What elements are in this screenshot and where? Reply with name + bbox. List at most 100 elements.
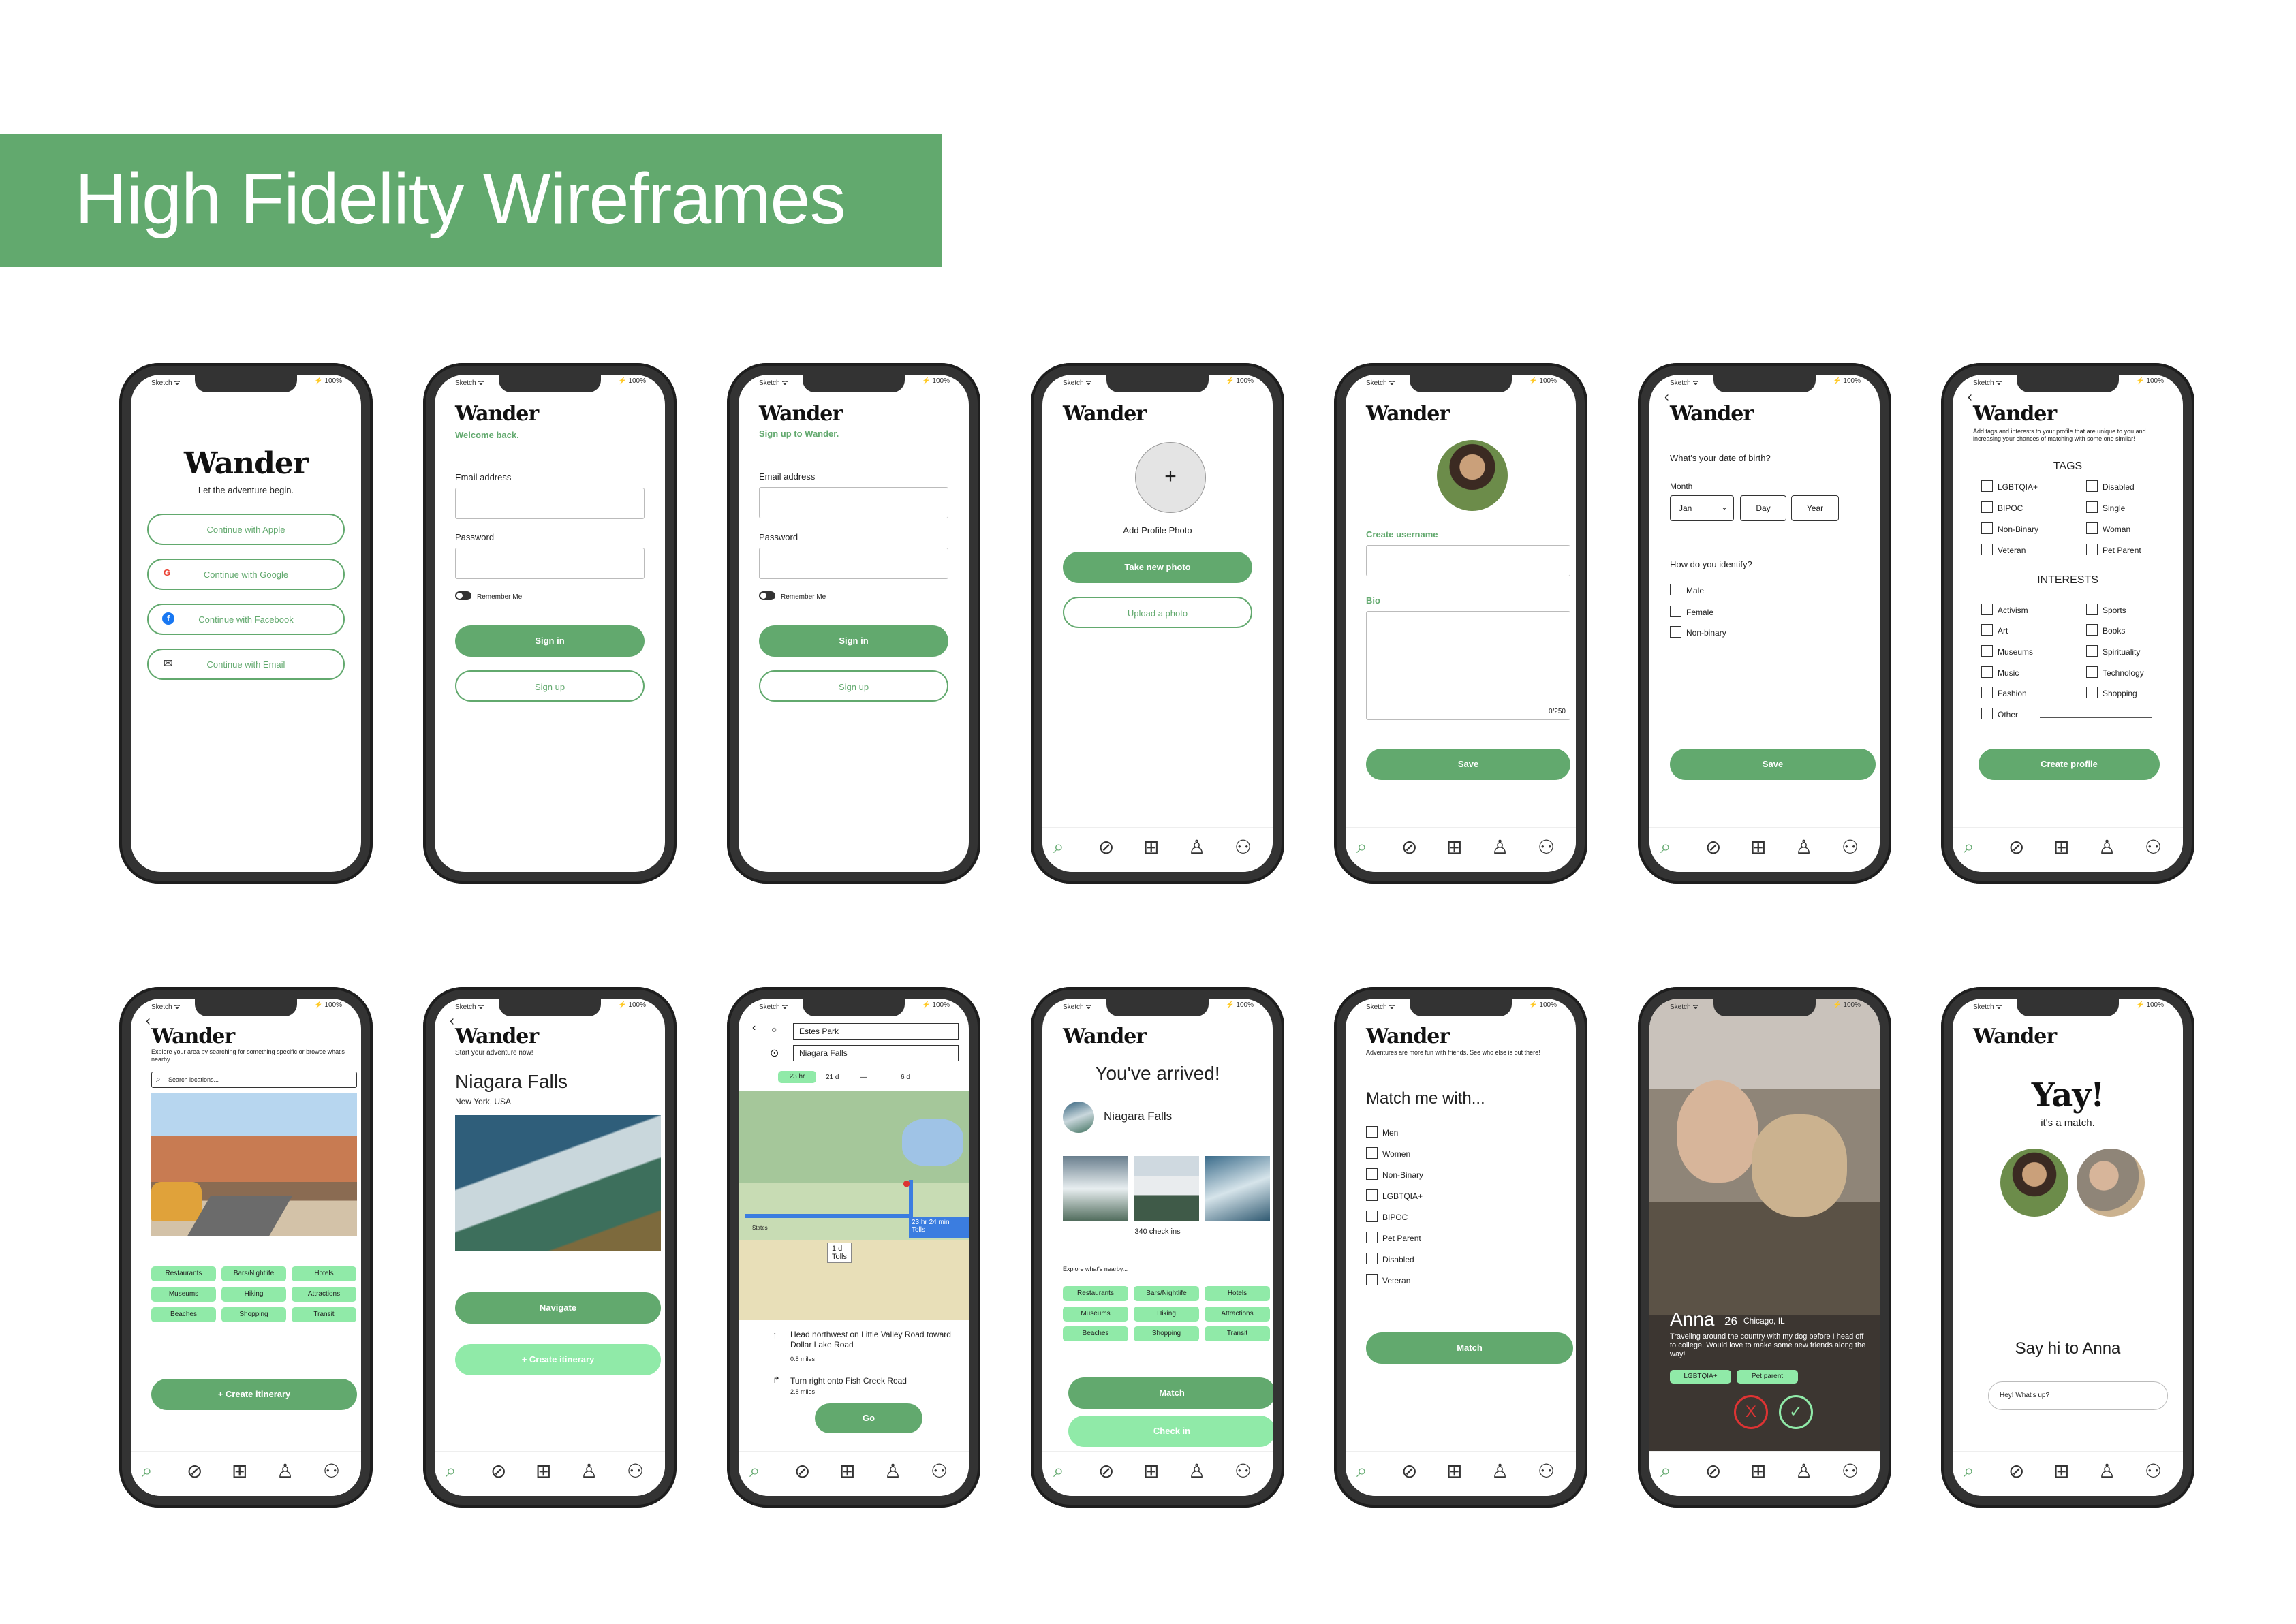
- category-chip[interactable]: Hotels: [1205, 1286, 1270, 1301]
- category-chip[interactable]: Transit: [1205, 1326, 1270, 1341]
- match-users-icon[interactable]: ⚇: [323, 1460, 340, 1482]
- mode-bike[interactable]: 6 d: [901, 1074, 910, 1081]
- add-file-icon[interactable]: ⊞: [1143, 836, 1159, 858]
- user-icon[interactable]: ♙: [1795, 836, 1812, 858]
- category-chip[interactable]: Shopping: [221, 1307, 286, 1322]
- navigate-button[interactable]: Navigate: [455, 1292, 661, 1324]
- match-users-icon[interactable]: ⚇: [627, 1460, 644, 1482]
- user-icon[interactable]: ♙: [1188, 1460, 1205, 1482]
- year-select[interactable]: Year: [1791, 495, 1839, 521]
- add-file-icon[interactable]: ⊞: [232, 1460, 247, 1482]
- interest-checkbox[interactable]: Sports: [2086, 604, 2126, 615]
- origin-field[interactable]: Estes Park: [793, 1023, 959, 1040]
- compass-icon[interactable]: ⊘: [2008, 836, 2024, 858]
- username-field[interactable]: [1366, 545, 1570, 576]
- continue-email-button[interactable]: ✉ Continue with Email: [147, 649, 345, 680]
- add-file-icon[interactable]: ⊞: [1446, 836, 1462, 858]
- match-checkbox[interactable]: Pet Parent: [1366, 1232, 1421, 1243]
- mode-bus[interactable]: —: [860, 1074, 867, 1081]
- match-users-icon[interactable]: ⚇: [1235, 836, 1252, 858]
- user-icon[interactable]: ♙: [2098, 1460, 2115, 1482]
- save-button[interactable]: Save: [1366, 749, 1570, 780]
- add-file-icon[interactable]: ⊞: [1446, 1460, 1462, 1482]
- interest-checkbox[interactable]: Technology: [2086, 666, 2144, 678]
- user-icon[interactable]: ♙: [1188, 836, 1205, 858]
- user-icon[interactable]: ♙: [1795, 1460, 1812, 1482]
- match-users-icon[interactable]: ⚇: [1538, 836, 1555, 858]
- tag-checkbox[interactable]: BIPOC: [1981, 501, 2023, 513]
- back-icon[interactable]: ‹: [146, 1014, 151, 1029]
- interest-checkbox[interactable]: Museums: [1981, 645, 2033, 657]
- tag-checkbox[interactable]: Pet Parent: [2086, 544, 2141, 555]
- add-photo-button[interactable]: +: [1135, 442, 1206, 513]
- user-icon[interactable]: ♙: [884, 1460, 901, 1482]
- continue-apple-button[interactable]: Continue with Apple: [147, 514, 345, 545]
- tag-checkbox[interactable]: Veteran: [1981, 544, 2026, 555]
- photo-thumbnail[interactable]: [1205, 1156, 1270, 1221]
- compass-icon[interactable]: ⊘: [794, 1460, 810, 1482]
- category-chip[interactable]: Beaches: [151, 1307, 216, 1322]
- checkbox-female[interactable]: Female: [1670, 606, 1713, 617]
- checkbox-male[interactable]: Male: [1670, 584, 1704, 595]
- user-icon[interactable]: ♙: [1491, 1460, 1508, 1482]
- match-button[interactable]: Match: [1366, 1332, 1573, 1364]
- accept-button[interactable]: ✓: [1779, 1395, 1813, 1429]
- match-users-icon[interactable]: ⚇: [2145, 836, 2162, 858]
- search-icon[interactable]: ⌕: [142, 1460, 153, 1482]
- interest-checkbox[interactable]: Fashion: [1981, 687, 2027, 698]
- match-button[interactable]: Match: [1068, 1377, 1273, 1409]
- interest-checkbox[interactable]: Activism: [1981, 604, 2028, 615]
- other-input-line[interactable]: [2040, 717, 2152, 718]
- back-icon[interactable]: ‹: [752, 1022, 756, 1034]
- user-icon[interactable]: ♙: [2098, 836, 2115, 858]
- match-users-icon[interactable]: ⚇: [2145, 1460, 2162, 1482]
- compass-icon[interactable]: ⊘: [1401, 1460, 1417, 1482]
- search-icon[interactable]: ⌕: [1660, 1460, 1671, 1482]
- photo-thumbnail[interactable]: [1134, 1156, 1199, 1221]
- search-icon[interactable]: ⌕: [1964, 1460, 1974, 1482]
- search-icon[interactable]: ⌕: [1053, 1460, 1064, 1482]
- sign-up-button[interactable]: Sign up: [455, 670, 645, 702]
- search-icon[interactable]: ⌕: [446, 1460, 456, 1482]
- compass-icon[interactable]: ⊘: [1098, 836, 1114, 858]
- create-profile-button[interactable]: Create profile: [1979, 749, 2160, 780]
- category-chip[interactable]: Museums: [1063, 1307, 1128, 1322]
- category-chip[interactable]: Restaurants: [151, 1266, 216, 1281]
- search-icon[interactable]: ⌕: [749, 1460, 760, 1482]
- search-icon[interactable]: ⌕: [1053, 836, 1064, 858]
- search-icon[interactable]: ⌕: [1356, 836, 1367, 858]
- tag-checkbox[interactable]: Non-Binary: [1981, 522, 2038, 534]
- category-chip[interactable]: Bars/Nightlife: [1134, 1286, 1199, 1301]
- compass-icon[interactable]: ⊘: [2008, 1460, 2024, 1482]
- category-chip[interactable]: Shopping: [1134, 1326, 1199, 1341]
- category-chip[interactable]: Attractions: [292, 1287, 356, 1302]
- compass-icon[interactable]: ⊘: [1098, 1460, 1114, 1482]
- match-users-icon[interactable]: ⚇: [1235, 1460, 1252, 1482]
- interest-checkbox[interactable]: Spirituality: [2086, 645, 2140, 657]
- password-field[interactable]: [759, 548, 948, 579]
- remember-me-toggle[interactable]: Remember Me: [455, 591, 522, 601]
- user-icon[interactable]: ♙: [580, 1460, 598, 1482]
- route-map[interactable]: ● 23 hr 24 min Tolls States 1 d Tolls: [739, 1091, 969, 1320]
- category-chip[interactable]: Museums: [151, 1287, 216, 1302]
- category-chip[interactable]: Attractions: [1205, 1307, 1270, 1322]
- match-users-icon[interactable]: ⚇: [931, 1460, 948, 1482]
- back-icon[interactable]: ‹: [1968, 390, 1972, 405]
- mode-driving[interactable]: 23 hr: [778, 1071, 816, 1083]
- back-icon[interactable]: ‹: [450, 1014, 454, 1029]
- month-select[interactable]: Jan ⌄: [1670, 495, 1734, 521]
- compass-icon[interactable]: ⊘: [187, 1460, 202, 1482]
- password-field[interactable]: [455, 548, 645, 579]
- search-icon[interactable]: ⌕: [1964, 836, 1974, 858]
- add-file-icon[interactable]: ⊞: [2053, 1460, 2069, 1482]
- day-select[interactable]: Day: [1740, 495, 1786, 521]
- category-chip[interactable]: Transit: [292, 1307, 356, 1322]
- category-chip[interactable]: Hotels: [292, 1266, 356, 1281]
- match-users-icon[interactable]: ⚇: [1538, 1460, 1555, 1482]
- user-icon[interactable]: ♙: [277, 1460, 294, 1482]
- match-users-icon[interactable]: ⚇: [1842, 1460, 1859, 1482]
- sign-in-button[interactable]: Sign in: [455, 625, 645, 657]
- add-file-icon[interactable]: ⊞: [839, 1460, 855, 1482]
- tag-checkbox[interactable]: LGBTQIA+: [1981, 480, 2038, 492]
- bio-field[interactable]: 0/250: [1366, 611, 1570, 720]
